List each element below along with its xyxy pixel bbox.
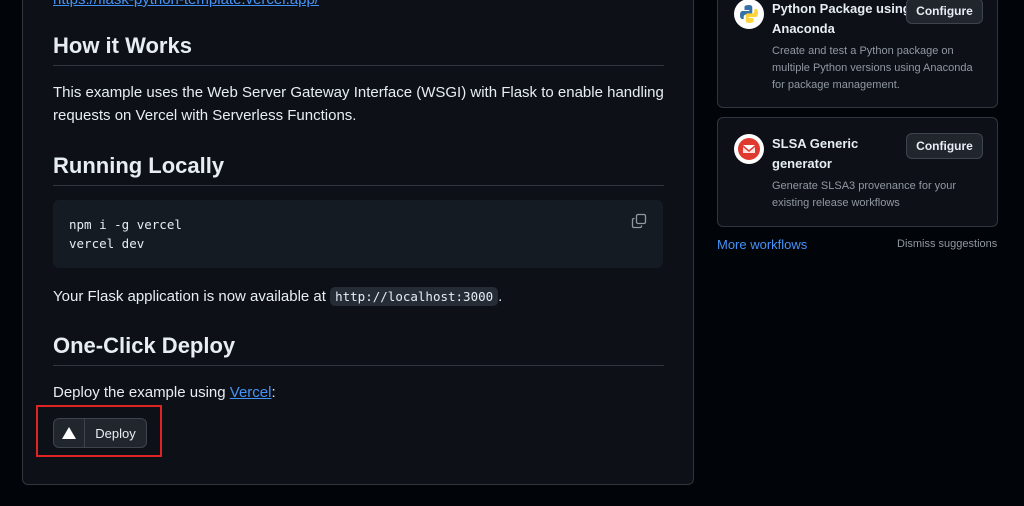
localhost-paragraph: Your Flask application is now available … bbox=[53, 285, 673, 308]
vercel-link[interactable]: Vercel bbox=[230, 384, 272, 401]
code-line: vercel dev bbox=[69, 236, 145, 251]
dismiss-suggestions-button[interactable]: Dismiss suggestions bbox=[897, 238, 997, 250]
workflow-card-slsa: SLSA Generic generator Generate SLSA3 pr… bbox=[717, 117, 998, 227]
demo-link[interactable]: https://flask-python-template.vercel.app… bbox=[53, 0, 319, 8]
copy-icon[interactable] bbox=[631, 213, 649, 231]
highlight-box bbox=[36, 405, 162, 457]
card-title: Python Package using Anaconda bbox=[772, 1, 911, 36]
heading-running-locally: Running Locally bbox=[53, 153, 664, 186]
localhost-code: http://localhost:3000 bbox=[330, 287, 499, 306]
more-workflows-link[interactable]: More workflows bbox=[717, 237, 807, 252]
how-it-works-text: This example uses the Web Server Gateway… bbox=[53, 84, 664, 124]
card-title: SLSA Generic generator bbox=[772, 136, 859, 171]
card-description: Generate SLSA3 provenance for your exist… bbox=[772, 180, 957, 209]
deploy-text: Deploy the example using bbox=[53, 384, 226, 401]
heading-how-it-works: How it Works bbox=[53, 33, 664, 66]
workflow-card-python: Python Package using Anaconda Create and… bbox=[717, 0, 998, 108]
heading-one-click-deploy: One-Click Deploy bbox=[53, 333, 664, 366]
deploy-colon: : bbox=[271, 384, 276, 401]
localhost-period: . bbox=[498, 288, 503, 305]
python-icon bbox=[734, 0, 764, 29]
card-description: Create and test a Python package on mult… bbox=[772, 45, 973, 91]
slsa-icon bbox=[734, 134, 764, 164]
configure-button[interactable]: Configure bbox=[906, 133, 983, 159]
deploy-paragraph: Deploy the example using Vercel: bbox=[53, 381, 673, 404]
code-line: npm i -g vercel bbox=[69, 217, 182, 232]
configure-button[interactable]: Configure bbox=[906, 0, 983, 24]
code-block: npm i -g vercel vercel dev bbox=[53, 200, 663, 268]
localhost-text: Your Flask application is now available … bbox=[53, 288, 326, 305]
